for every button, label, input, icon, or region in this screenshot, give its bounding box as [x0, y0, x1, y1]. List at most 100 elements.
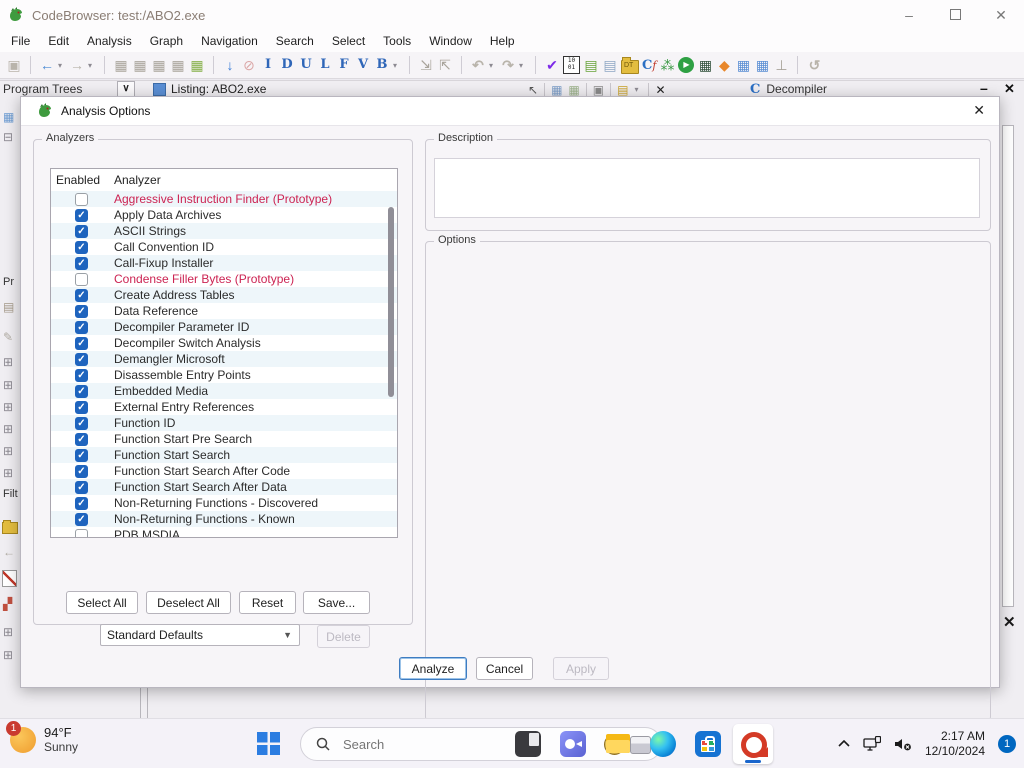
- set-byte-b-icon[interactable]: B: [374, 55, 390, 75]
- analyzer-checkbox[interactable]: ✓: [75, 433, 88, 446]
- analyzer-row[interactable]: PDB MSDIA: [51, 527, 397, 538]
- reset-button[interactable]: Reset: [239, 591, 296, 614]
- margin-dropdown-caret[interactable]: ▾: [634, 85, 642, 94]
- analyze-button[interactable]: Analyze: [399, 657, 467, 680]
- analyzer-checkbox[interactable]: [75, 273, 88, 286]
- analyzer-row[interactable]: ✓Decompiler Switch Analysis: [51, 335, 397, 351]
- analyzer-checkbox[interactable]: ✓: [75, 225, 88, 238]
- notification-count-badge[interactable]: 1: [998, 735, 1016, 753]
- analyzer-checkbox[interactable]: ✓: [75, 481, 88, 494]
- analyzer-checkbox[interactable]: ✓: [75, 385, 88, 398]
- function-graph-icon[interactable]: Cf: [642, 58, 656, 73]
- set-function-f-icon[interactable]: F: [336, 55, 352, 75]
- analyzer-checkbox[interactable]: ✓: [75, 321, 88, 334]
- menu-window[interactable]: Window: [420, 32, 481, 50]
- panel-close-button[interactable]: ✕: [1003, 613, 1016, 631]
- config-select[interactable]: Standard Defaults ▼: [100, 624, 300, 646]
- save-button[interactable]: Save...: [303, 591, 370, 614]
- redo-dropdown-caret[interactable]: ▾: [519, 61, 527, 70]
- set-data-d-icon[interactable]: D: [279, 55, 295, 75]
- edit-disabled-icon[interactable]: ✎: [3, 330, 13, 344]
- diamond-icon[interactable]: ◆: [716, 55, 732, 75]
- close-button[interactable]: ✕: [978, 7, 1024, 24]
- analyzer-row[interactable]: ✓Function Start Search After Code: [51, 463, 397, 479]
- back-icon[interactable]: ←: [39, 55, 55, 75]
- menu-edit[interactable]: Edit: [39, 32, 78, 50]
- analyzer-checkbox[interactable]: ✓: [75, 353, 88, 366]
- weather-widget[interactable]: 1 94°F Sunny: [10, 725, 78, 754]
- paste-special-icon[interactable]: ▦: [151, 55, 167, 75]
- list-scrollbar[interactable]: [388, 207, 394, 397]
- expand-node-icon[interactable]: ⊞: [3, 444, 13, 458]
- bytes-viewer-icon[interactable]: 1001: [563, 56, 580, 74]
- clock[interactable]: 2:17 AM 12/10/2024: [925, 729, 985, 759]
- decompiler-minimize-button[interactable]: –: [980, 80, 988, 96]
- forward-dropdown-caret[interactable]: ▾: [88, 61, 96, 70]
- analyzer-checkbox[interactable]: ✓: [75, 305, 88, 318]
- analyzer-row[interactable]: ✓Function Start Search: [51, 447, 397, 463]
- symbol-table-icon[interactable]: ▦: [735, 55, 751, 75]
- analyzer-row[interactable]: ✓Demangler Microsoft: [51, 351, 397, 367]
- tray-chevron-up-icon[interactable]: [838, 740, 850, 748]
- expand-node-icon[interactable]: ⊞: [3, 400, 13, 414]
- dialog-close-button[interactable]: ✕: [973, 102, 985, 119]
- memory-map-icon[interactable]: ▤: [602, 55, 618, 75]
- menu-graph[interactable]: Graph: [141, 32, 192, 50]
- menu-help[interactable]: Help: [481, 32, 524, 50]
- analyzer-checkbox[interactable]: ✓: [75, 465, 88, 478]
- data-types-folder-icon[interactable]: [2, 522, 18, 534]
- undo-icon[interactable]: ↶: [470, 55, 486, 75]
- volume-muted-icon[interactable]: [894, 737, 912, 751]
- menu-navigation[interactable]: Navigation: [192, 32, 267, 50]
- refresh-icon[interactable]: ↺: [806, 55, 822, 75]
- set-variable-v-icon[interactable]: V: [355, 55, 371, 75]
- analyzer-checkbox[interactable]: ✓: [75, 209, 88, 222]
- clear-code-icon[interactable]: ⊘: [241, 55, 257, 75]
- analyzer-row[interactable]: ✓Function Start Pre Search: [51, 431, 397, 447]
- analyzer-row[interactable]: ✓Call-Fixup Installer: [51, 255, 397, 271]
- undo-dropdown-caret[interactable]: ▾: [489, 61, 497, 70]
- deselect-all-button[interactable]: Deselect All: [146, 591, 231, 614]
- analyzer-checkbox[interactable]: ✓: [75, 241, 88, 254]
- analyzer-row[interactable]: ✓Decompiler Parameter ID: [51, 319, 397, 335]
- taskbar-app-ghidra[interactable]: [733, 724, 773, 764]
- set-undefined-u-icon[interactable]: U: [298, 55, 314, 75]
- minimize-button[interactable]: –: [886, 7, 932, 23]
- data-type-dropdown-caret[interactable]: ▾: [393, 61, 401, 70]
- maximize-button[interactable]: [932, 7, 978, 23]
- symbol-tree-icon[interactable]: ⁂: [659, 55, 675, 75]
- apply-button[interactable]: Apply: [553, 657, 609, 680]
- analyzer-row[interactable]: ✓ASCII Strings: [51, 223, 397, 239]
- set-label-l-icon[interactable]: L: [317, 55, 333, 75]
- copy-icon[interactable]: ▦: [132, 55, 148, 75]
- analyzer-row[interactable]: ✓Disassemble Entry Points: [51, 367, 397, 383]
- taskbar-app-dark-app[interactable]: [508, 724, 548, 764]
- tree-view-icon[interactable]: ▦: [3, 110, 14, 124]
- analyzer-row[interactable]: ✓Embedded Media: [51, 383, 397, 399]
- snapshot-icon[interactable]: ▦: [189, 55, 205, 75]
- taskbar-app-teams[interactable]: [553, 724, 593, 764]
- network-icon[interactable]: [863, 736, 881, 752]
- analyzer-row[interactable]: ✓Call Convention ID: [51, 239, 397, 255]
- analyzer-row[interactable]: Aggressive Instruction Finder (Prototype…: [51, 191, 397, 207]
- analyzer-checkbox[interactable]: ✓: [75, 337, 88, 350]
- menu-tools[interactable]: Tools: [374, 32, 420, 50]
- taskbar-app-store[interactable]: [688, 724, 728, 764]
- no-edit-icon[interactable]: [2, 570, 17, 587]
- analyzer-checkbox[interactable]: ✓: [75, 513, 88, 526]
- back-dropdown-caret[interactable]: ▾: [58, 61, 66, 70]
- menu-file[interactable]: File: [2, 32, 39, 50]
- menu-select[interactable]: Select: [323, 32, 374, 50]
- decompiler-panel-header[interactable]: C Decompiler: [750, 82, 827, 96]
- analyzer-row[interactable]: ✓Create Address Tables: [51, 287, 397, 303]
- analyzer-checkbox[interactable]: ✓: [75, 417, 88, 430]
- delete-button[interactable]: Delete: [317, 625, 370, 648]
- collapse-node-icon[interactable]: ⊟: [3, 130, 13, 144]
- validate-icon[interactable]: ✔: [544, 55, 560, 75]
- panel-divider[interactable]: [140, 688, 148, 718]
- menu-search[interactable]: Search: [267, 32, 323, 50]
- copy-special-icon[interactable]: ▦: [170, 55, 186, 75]
- analyzer-row[interactable]: ✓External Entry References: [51, 399, 397, 415]
- data-type-manager-icon[interactable]: [621, 60, 639, 74]
- run-icon[interactable]: ▶: [678, 57, 694, 73]
